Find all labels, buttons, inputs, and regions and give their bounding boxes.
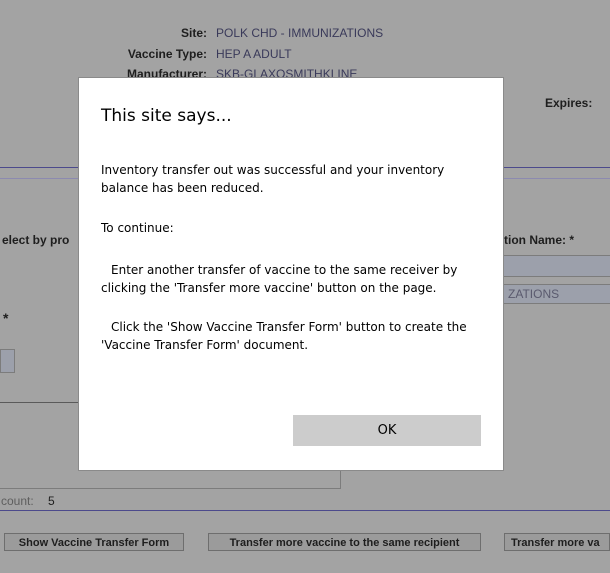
- left-field[interactable]: [0, 349, 15, 373]
- show-vaccine-transfer-form-button[interactable]: Show Vaccine Transfer Form: [4, 533, 184, 551]
- dialog-message-continue: To continue:: [101, 221, 174, 235]
- transfer-same-recipient-button[interactable]: Transfer more vaccine to the same recipi…: [208, 533, 481, 551]
- section-divider-bottom: [0, 510, 610, 511]
- expires-label: Expires:: [545, 96, 593, 110]
- vaccine-type-value: HEP A ADULT: [216, 47, 292, 61]
- select-by-label: elect by pro: [2, 233, 70, 247]
- transfer-more-vaccine-button[interactable]: Transfer more va: [504, 533, 610, 551]
- count-value: 5: [48, 494, 55, 508]
- dialog-message-transfer: Enter another transfer of vaccine to the…: [101, 263, 458, 295]
- left-rule: [0, 402, 79, 403]
- site-label: Site:: [180, 26, 207, 40]
- dialog-message-success: Inventory transfer out was successful an…: [101, 163, 445, 195]
- ok-button[interactable]: OK: [293, 415, 481, 446]
- count-label: count:: [1, 494, 34, 508]
- dialog-message-form: Click the 'Show Vaccine Transfer Form' b…: [101, 320, 467, 352]
- location-name-field[interactable]: ZATIONS: [503, 284, 610, 304]
- required-asterisk: *: [3, 310, 9, 326]
- alert-dialog: This site says... Inventory transfer out…: [79, 78, 503, 470]
- vaccine-type-label: Vaccine Type:: [127, 47, 207, 61]
- count-box: [0, 470, 341, 489]
- location-name-label: tion Name: *: [504, 233, 575, 247]
- location-name-value: ZATIONS: [508, 287, 560, 301]
- site-value: POLK CHD - IMMUNIZATIONS: [216, 26, 384, 40]
- location-select[interactable]: [503, 255, 610, 277]
- dialog-title: This site says...: [101, 106, 232, 126]
